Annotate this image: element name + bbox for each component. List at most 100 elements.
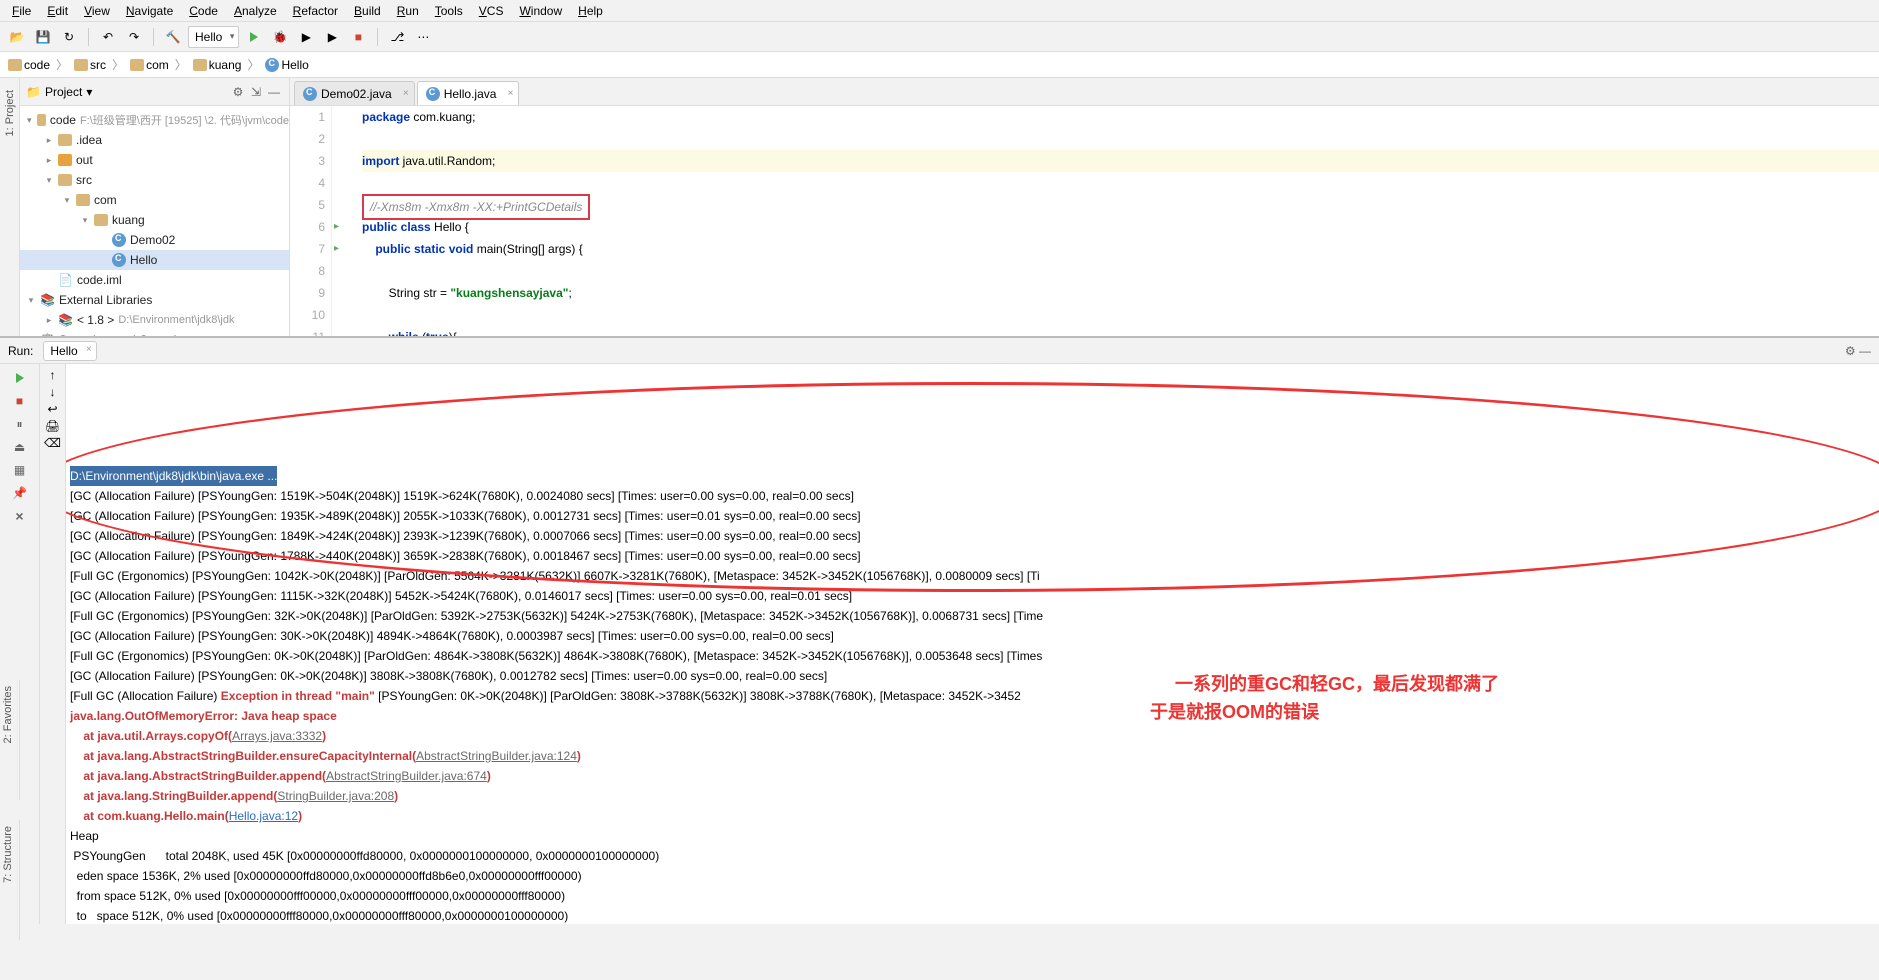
project-side-tab[interactable]: 1: Project	[4, 84, 16, 142]
breadcrumb-src[interactable]: src	[74, 58, 106, 72]
menu-help[interactable]: Help	[570, 2, 611, 20]
undo-icon[interactable]: ↶	[97, 26, 119, 48]
code-view[interactable]: 123456▸7▸89101112 package com.kuang;impo…	[290, 106, 1879, 336]
class-icon	[265, 58, 279, 72]
run-icon[interactable]	[243, 26, 265, 48]
debug-icon[interactable]: 🐞	[269, 26, 291, 48]
tree-node-src[interactable]: ▾src	[20, 170, 289, 190]
clear-icon[interactable]: ⌫	[44, 436, 61, 450]
menu-edit[interactable]: Edit	[39, 2, 76, 20]
menu-vcs[interactable]: VCS	[471, 2, 512, 20]
code-line-2[interactable]	[362, 128, 1879, 150]
pin-icon[interactable]: 📌	[10, 483, 30, 503]
tree-node-code.iml[interactable]: 📄code.iml	[20, 270, 289, 290]
folder-icon	[76, 194, 90, 206]
coverage-icon[interactable]: ▶	[295, 26, 317, 48]
project-title: Project	[45, 85, 82, 99]
tree-node-External Libraries[interactable]: ▾📚External Libraries	[20, 290, 289, 310]
menu-tools[interactable]: Tools	[427, 2, 471, 20]
layout-icon[interactable]: ▦	[10, 460, 30, 480]
exit-icon[interactable]: ⏏	[10, 437, 30, 457]
lib-icon: 📚	[40, 293, 55, 307]
structure-side-tab[interactable]: 7: Structure	[0, 820, 16, 889]
settings-icon[interactable]: ⚙	[229, 83, 247, 101]
gear-icon[interactable]: ⚙ —	[1845, 344, 1871, 358]
pause-icon[interactable]: ⏸	[10, 414, 30, 434]
menu-window[interactable]: Window	[511, 2, 570, 20]
code-line-1[interactable]: package com.kuang;	[362, 106, 1879, 128]
stop2-icon[interactable]: ■	[10, 391, 30, 411]
save-icon[interactable]: 💾	[32, 26, 54, 48]
open-icon[interactable]: 📂	[6, 26, 28, 48]
project-tree[interactable]: ▾code F:\班级管理\西开 [19525] \2. 代码\jvm\code…	[20, 106, 289, 336]
breadcrumb-Hello[interactable]: Hello	[265, 58, 308, 72]
run-config-select[interactable]: Hello	[188, 26, 239, 48]
tree-node-Scratches and Consoles[interactable]: ▸📋Scratches and Consoles	[20, 330, 289, 336]
tree-node-< 1.8 >[interactable]: ▸📚< 1.8 > D:\Environment\jdk8\jdk	[20, 310, 289, 330]
menu-view[interactable]: View	[76, 2, 118, 20]
code-line-9[interactable]: String str = "kuangshensayjava";	[362, 282, 1879, 304]
editor-tab-Hello.java[interactable]: Hello.java×	[417, 81, 520, 105]
code-line-7[interactable]: public static void main(String[] args) {	[362, 238, 1879, 260]
console-line: [GC (Allocation Failure) [PSYoungGen: 15…	[70, 486, 1875, 506]
console-line: [GC (Allocation Failure) [PSYoungGen: 17…	[70, 546, 1875, 566]
tree-node-.idea[interactable]: ▸.idea	[20, 130, 289, 150]
console-line: Heap	[70, 826, 1875, 846]
tree-node-out[interactable]: ▸out	[20, 150, 289, 170]
breadcrumb-com[interactable]: com	[130, 58, 169, 72]
code-line-11[interactable]: while (true){	[362, 326, 1879, 336]
class-icon	[112, 253, 126, 267]
hide-icon[interactable]: —	[265, 83, 283, 101]
collapse-icon[interactable]: ⇲	[247, 83, 265, 101]
breadcrumb-kuang[interactable]: kuang	[193, 58, 242, 72]
annotation-2: 于是就报OOM的错误	[1150, 702, 1319, 722]
run-tab[interactable]: Hello×	[43, 341, 96, 361]
code-line-8[interactable]	[362, 260, 1879, 282]
editor-tab-Demo02.java[interactable]: Demo02.java×	[294, 81, 415, 105]
breadcrumb: code〉src〉com〉kuang〉Hello	[0, 52, 1879, 78]
redo-icon[interactable]: ↷	[123, 26, 145, 48]
wrap-icon[interactable]: ↩	[47, 402, 57, 416]
tree-node-code[interactable]: ▾code F:\班级管理\西开 [19525] \2. 代码\jvm\code	[20, 110, 289, 130]
close-icon[interactable]: ×	[86, 344, 92, 355]
up-icon[interactable]: ↑	[50, 368, 56, 382]
project-panel: 📁Project ▾ ⚙ ⇲ — ▾code F:\班级管理\西开 [19525…	[20, 78, 290, 336]
stop-icon[interactable]: ■	[347, 26, 369, 48]
more-icon[interactable]: ⋯	[412, 26, 434, 48]
tree-node-kuang[interactable]: ▾kuang	[20, 210, 289, 230]
console-line: [GC (Allocation Failure) [PSYoungGen: 11…	[70, 586, 1875, 606]
code-line-10[interactable]	[362, 304, 1879, 326]
console-line: from space 512K, 0% used [0x00000000fff0…	[70, 886, 1875, 906]
code-line-3[interactable]: import java.util.Random;	[362, 150, 1879, 172]
rerun-icon[interactable]	[10, 368, 30, 388]
code-line-4[interactable]	[362, 172, 1879, 194]
menu-file[interactable]: File	[4, 2, 39, 20]
menu-analyze[interactable]: Analyze	[226, 2, 285, 20]
tree-node-com[interactable]: ▾com	[20, 190, 289, 210]
folder-icon	[94, 214, 108, 226]
down-icon[interactable]: ↓	[50, 385, 56, 399]
print-icon[interactable]: 🖨	[45, 419, 60, 433]
profile-icon[interactable]: ▶	[321, 26, 343, 48]
menu-navigate[interactable]: Navigate	[118, 2, 181, 20]
console-line: [Full GC (Allocation Failure) Exception …	[70, 686, 1875, 706]
close-icon[interactable]: ×	[508, 88, 514, 99]
console-line: eden space 1536K, 2% used [0x00000000ffd…	[70, 866, 1875, 886]
close-run-icon[interactable]: ×	[10, 506, 30, 526]
vcs-icon[interactable]: ⎇	[386, 26, 408, 48]
tree-node-Hello[interactable]: Hello	[20, 250, 289, 270]
menu-build[interactable]: Build	[346, 2, 389, 20]
menu-run[interactable]: Run	[389, 2, 427, 20]
menu-code[interactable]: Code	[181, 2, 226, 20]
menu-refactor[interactable]: Refactor	[285, 2, 346, 20]
console-line: [GC (Allocation Failure) [PSYoungGen: 0K…	[70, 666, 1875, 686]
console-line: [GC (Allocation Failure) [PSYoungGen: 18…	[70, 526, 1875, 546]
close-icon[interactable]: ×	[403, 88, 409, 99]
tree-node-Demo02[interactable]: Demo02	[20, 230, 289, 250]
refresh-icon[interactable]: ↻	[58, 26, 80, 48]
favorites-side-tab[interactable]: 2: Favorites	[0, 680, 16, 749]
breadcrumb-code[interactable]: code	[8, 58, 50, 72]
code-line-5[interactable]: //-Xms8m -Xmx8m -XX:+PrintGCDetails	[362, 194, 1879, 216]
console-output[interactable]: 一系列的重GC和轻GC，最后发现都满了 于是就报OOM的错误 D:\Enviro…	[66, 364, 1879, 924]
build-icon[interactable]: 🔨	[162, 26, 184, 48]
